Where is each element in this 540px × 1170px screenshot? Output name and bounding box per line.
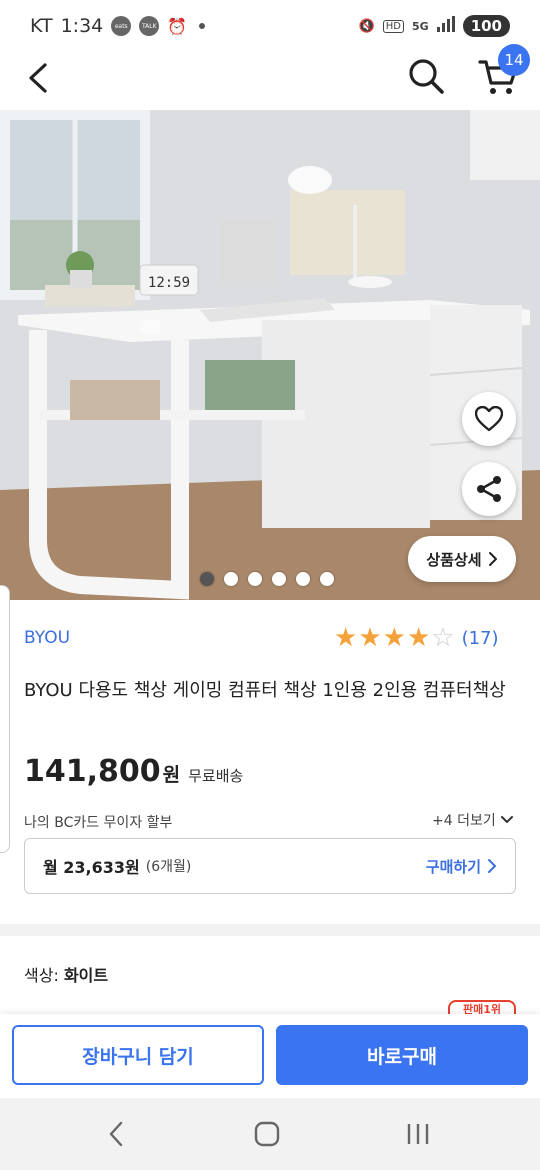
search-button[interactable]: [404, 54, 448, 98]
carousel-dot[interactable]: [248, 572, 262, 586]
more-installments-label: +4 더보기: [432, 813, 496, 829]
status-right: 🔇 HD 5G 100: [359, 15, 510, 37]
more-notifications-dot: [199, 23, 206, 29]
star-full-icon: ★: [406, 623, 431, 653]
system-nav-bar: [0, 1098, 540, 1170]
nav-recents-icon: [407, 1124, 429, 1144]
brand-link[interactable]: BYOU: [24, 628, 70, 648]
app-header: [0, 52, 540, 108]
star-full-icon: ★: [334, 623, 358, 653]
heart-icon: [475, 406, 503, 432]
cart-count-badge: 14: [498, 44, 530, 76]
rating[interactable]: ★ ★ ★ ★ ☆ (17): [334, 625, 499, 651]
nav-back-icon: [109, 1121, 123, 1147]
bottom-action-bar: 장바구니 담기 바로구매: [0, 1014, 540, 1098]
product-title: BYOU 다용도 책상 게이밍 컴퓨터 책상 1인용 2인용 컴퓨터책상: [24, 680, 506, 701]
status-bar: KT 1:34 eats TALK ⏰ 🔇 HD 5G 100: [0, 0, 540, 52]
share-icon: [477, 476, 501, 502]
desk-clock-display: 12:59: [148, 275, 190, 291]
product-image-carousel[interactable]: 12:59 상품상세: [0, 110, 540, 600]
star-full-icon: ★: [382, 623, 406, 653]
option-value: 화이트: [63, 966, 109, 985]
signal-icon: [436, 16, 455, 36]
coupang-eats-icon: eats: [111, 16, 132, 36]
network-label: 5G: [412, 19, 429, 33]
carousel-dot[interactable]: [272, 572, 286, 586]
installment-amount: 월 23,633원: [43, 858, 140, 877]
price-row: 141,800 원 무료배송: [24, 754, 243, 789]
chevron-down-icon: [500, 816, 513, 823]
price: 141,800: [24, 754, 161, 789]
product-image: 12:59: [0, 110, 540, 600]
status-left: KT 1:34 eats TALK ⏰: [30, 15, 206, 37]
back-button[interactable]: [18, 56, 58, 100]
review-count[interactable]: (17): [462, 628, 499, 649]
installment-months: (6개월): [145, 859, 192, 875]
nav-recents-button[interactable]: [396, 1112, 440, 1156]
carousel-dot[interactable]: [320, 572, 334, 586]
installment-buy-label: 구매하기: [425, 857, 481, 876]
mute-icon: 🔇: [358, 18, 375, 34]
carousel-dot[interactable]: [296, 572, 310, 586]
option-label: 색상:: [24, 966, 59, 985]
share-button[interactable]: [462, 462, 516, 516]
chevron-right-icon: [488, 552, 497, 566]
wishlist-button[interactable]: [462, 392, 516, 446]
star-full-icon: ★: [358, 623, 382, 653]
installment-box[interactable]: 월 23,633원 (6개월) 구매하기: [24, 838, 516, 894]
side-panel-edge[interactable]: [0, 585, 10, 853]
nav-home-button[interactable]: [245, 1112, 289, 1156]
best-seller-badge: 판매1위: [448, 1000, 516, 1014]
product-detail-button[interactable]: 상품상세: [408, 536, 516, 582]
price-unit: 원: [162, 764, 181, 786]
carousel-dots: [200, 572, 334, 586]
nav-back-button[interactable]: [94, 1112, 138, 1156]
chevron-left-icon: [29, 63, 47, 93]
buy-now-button[interactable]: 바로구매: [276, 1025, 528, 1085]
installment-buy-link[interactable]: 구매하기: [426, 856, 497, 877]
kakaotalk-icon: TALK: [139, 16, 160, 36]
chevron-right-icon: [488, 859, 496, 873]
battery-indicator: 100: [462, 15, 510, 37]
alarm-icon: ⏰: [167, 16, 188, 36]
hd-label: HD: [382, 19, 404, 33]
star-empty-icon: ☆: [431, 623, 455, 653]
option-selection: 색상: 화이트: [24, 962, 108, 986]
add-to-cart-button[interactable]: 장바구니 담기: [12, 1025, 264, 1085]
nav-home-icon: [254, 1121, 280, 1147]
carrier: KT: [30, 15, 53, 37]
more-installments-button[interactable]: +4 더보기: [432, 810, 514, 830]
carousel-dot[interactable]: [224, 572, 238, 586]
product-detail-label: 상품상세: [426, 550, 482, 569]
clock: 1:34: [60, 15, 104, 37]
section-divider: [0, 924, 540, 936]
search-icon: [409, 59, 444, 94]
card-installment-label: 나의 BC카드 무이자 할부: [24, 815, 173, 831]
shipping-label: 무료배송: [188, 767, 244, 785]
carousel-dot[interactable]: [200, 572, 214, 586]
